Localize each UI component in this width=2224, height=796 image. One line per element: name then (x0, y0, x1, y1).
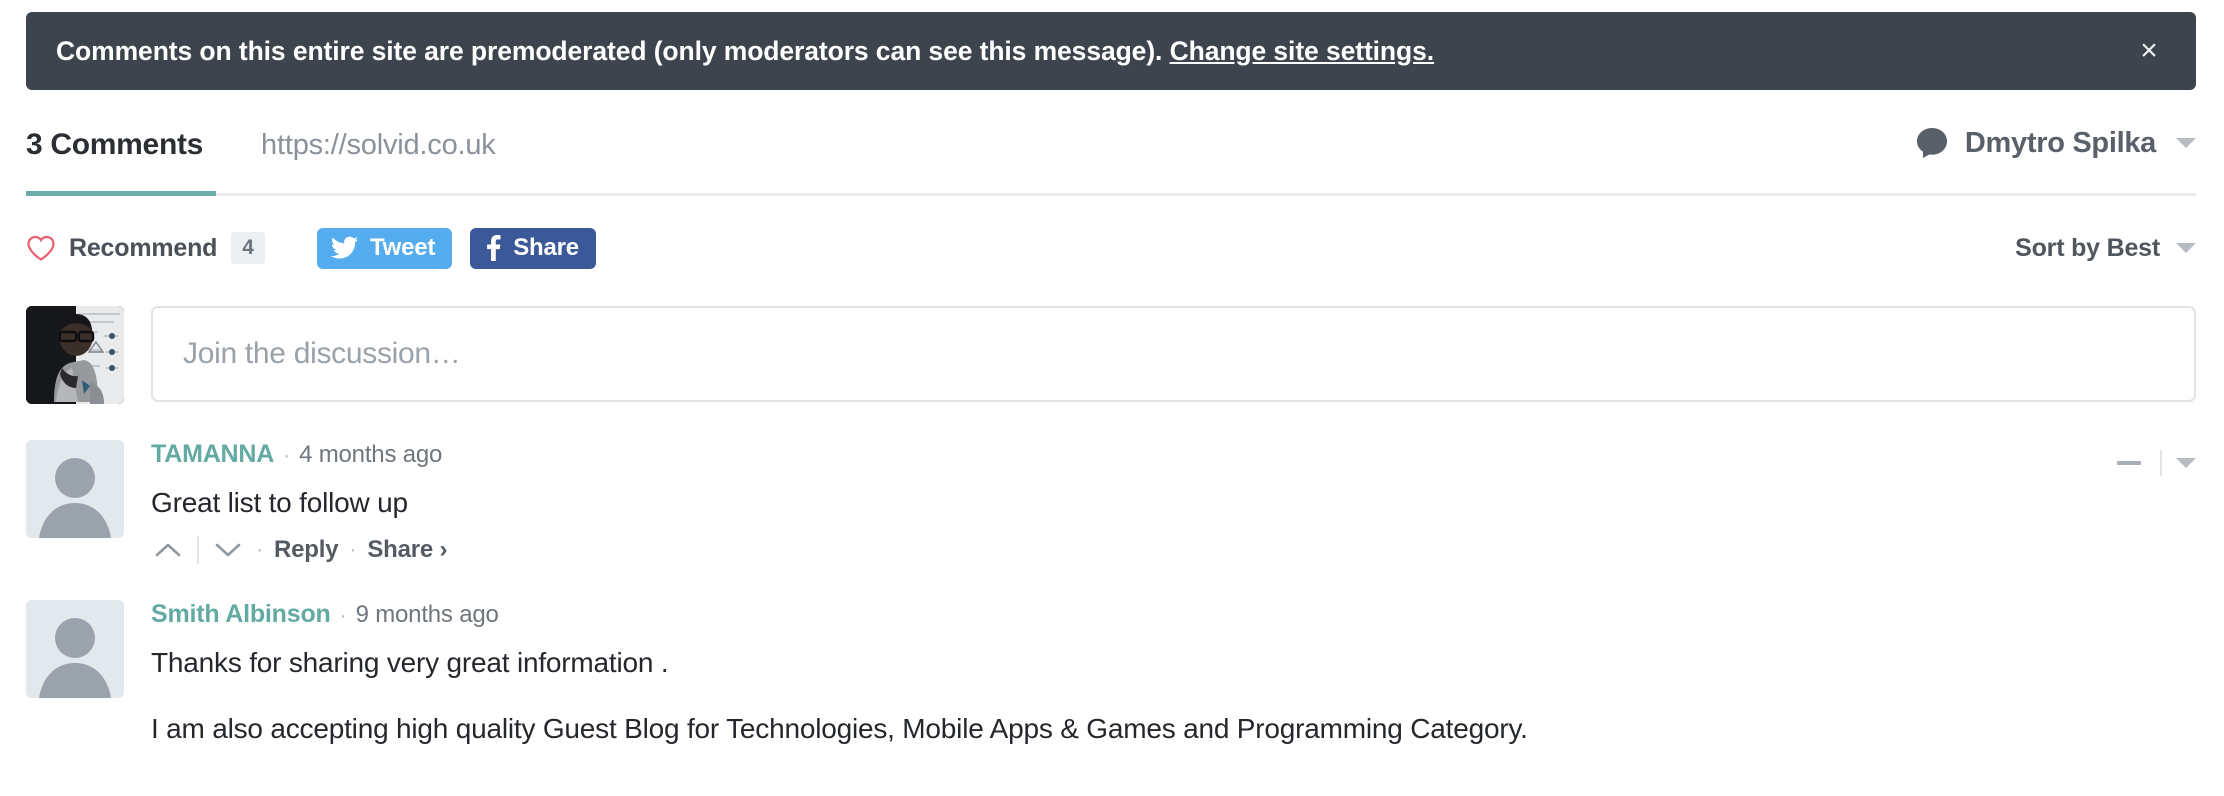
meta-separator: · (283, 444, 291, 467)
action-separator: · (256, 538, 263, 562)
downvote-icon[interactable] (211, 536, 245, 564)
action-separator: · (349, 538, 357, 562)
tweet-label: Tweet (369, 234, 436, 261)
comment-item: TAMANNA · 4 months ago Great list to fol… (26, 440, 2196, 565)
share-buttons: Tweet Share (316, 227, 596, 269)
tools-divider (2160, 450, 2162, 476)
vote-divider (197, 536, 199, 565)
chevron-down-icon (2176, 243, 2196, 253)
recommend-button[interactable]: Recommend 4 (26, 232, 265, 264)
comment-author[interactable]: TAMANNA (151, 442, 274, 467)
avatar-photo-image (26, 306, 124, 404)
default-avatar-icon (26, 600, 124, 699)
recommend-count-badge: 4 (231, 232, 265, 264)
comment-paragraph: Great list to follow up (151, 487, 408, 518)
compose-placeholder: Join the discussion… (183, 337, 461, 370)
comment-count-tab[interactable]: 3 Comments (26, 125, 203, 160)
heart-icon (27, 235, 55, 261)
speech-bubble-icon (1916, 128, 1947, 158)
compose-input[interactable]: Join the discussion… (151, 306, 2196, 402)
comment-timestamp[interactable]: 4 months ago (299, 443, 442, 467)
chevron-down-icon[interactable] (2176, 458, 2196, 468)
comment-body: Smith Albinson · 9 months ago Thanks for… (151, 600, 2196, 748)
moderation-banner: Comments on this entire site are premode… (26, 12, 2196, 90)
comment-tools (2112, 450, 2196, 476)
user-name-label: Dmytro Spilka (1964, 126, 2156, 159)
current-user-menu[interactable]: Dmytro Spilka (1915, 125, 2196, 160)
chevron-down-icon (2176, 138, 2196, 148)
comment-actions: · Reply · Share › (151, 536, 2196, 565)
site-url-label[interactable]: https://solvid.co.uk (261, 125, 496, 160)
tweet-button[interactable]: Tweet (316, 227, 453, 269)
meta-separator: · (339, 604, 347, 628)
facebook-share-button[interactable]: Share (470, 227, 596, 269)
close-icon[interactable]: × (2132, 34, 2166, 68)
reply-button[interactable]: Reply (274, 536, 339, 564)
comment-body: TAMANNA · 4 months ago Great list to fol… (151, 440, 2196, 565)
facebook-share-label: Share (513, 234, 579, 261)
default-avatar-icon (26, 440, 124, 538)
moderation-message: Comments on this entire site are premode… (56, 35, 1163, 66)
header-active-underline (26, 191, 216, 196)
sort-label: Sort by Best (2015, 233, 2160, 262)
share-button[interactable]: Share › (367, 536, 447, 564)
current-user-avatar[interactable] (26, 306, 124, 404)
recommend-label: Recommend (69, 233, 218, 262)
moderation-banner-text: Comments on this entire site are premode… (56, 36, 1434, 67)
comment-paragraph: Thanks for sharing very great informatio… (151, 647, 669, 679)
collapse-icon[interactable] (2112, 450, 2146, 476)
comment-meta: Smith Albinson · 9 months ago (151, 602, 2196, 627)
comments-list: TAMANNA · 4 months ago Great list to fol… (26, 440, 2196, 748)
header-divider (26, 193, 2196, 196)
comment-author[interactable]: Smith Albinson (151, 602, 331, 627)
twitter-icon (330, 236, 358, 259)
facebook-icon (487, 235, 501, 261)
sort-dropdown[interactable]: Sort by Best (2015, 234, 2196, 263)
avatar[interactable] (26, 440, 124, 538)
compose-row: Join the discussion… (26, 306, 2196, 404)
comments-header: 3 Comments https://solvid.co.uk Dmytro S… (26, 125, 2196, 193)
upvote-icon[interactable] (151, 536, 185, 564)
comment-paragraph: I am also accepting high quality Guest B… (151, 713, 1528, 745)
comment-item: Smith Albinson · 9 months ago Thanks for… (26, 600, 2196, 748)
comment-meta: TAMANNA · 4 months ago (151, 442, 2196, 467)
comments-toolbar: Recommend 4 Tweet Share Sort by Best (26, 220, 2196, 276)
avatar[interactable] (26, 600, 124, 699)
change-site-settings-link[interactable]: Change site settings. (1170, 36, 1435, 66)
comment-timestamp[interactable]: 9 months ago (356, 603, 499, 627)
